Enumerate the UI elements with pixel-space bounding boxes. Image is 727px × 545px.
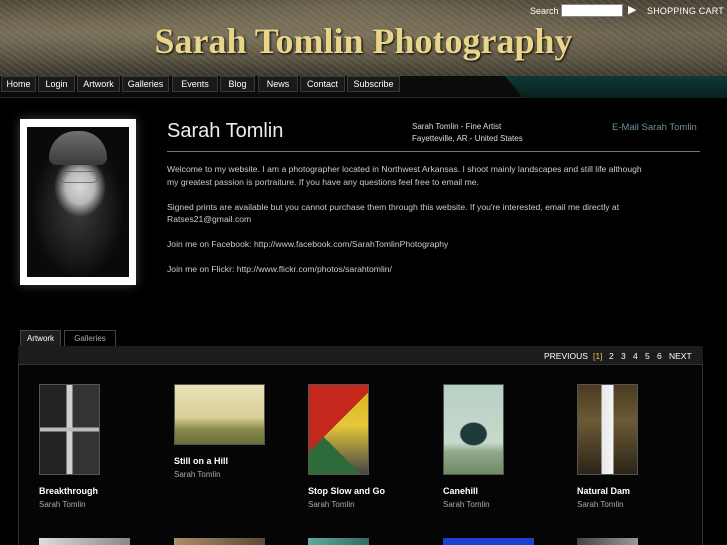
bio-email: Ratses21@gmail.com: [167, 214, 252, 224]
nav-galleries[interactable]: Galleries: [122, 76, 169, 92]
site-title[interactable]: Sarah Tomlin Photography: [0, 20, 727, 62]
pager-page-2[interactable]: 2: [609, 351, 614, 361]
profile-bio: Welcome to my website. I am a photograph…: [167, 163, 687, 276]
artwork-artist[interactable]: Sarah Tomlin: [577, 500, 624, 509]
profile-name: Sarah Tomlin: [167, 120, 284, 142]
tab-artwork[interactable]: Artwork: [20, 330, 61, 347]
nav-contact[interactable]: Contact: [300, 76, 345, 92]
nav-events[interactable]: Events: [172, 76, 218, 92]
artwork-artist[interactable]: Sarah Tomlin: [174, 470, 221, 479]
nav-subscribe[interactable]: Subscribe: [347, 76, 400, 92]
thumb-row2-3[interactable]: [308, 538, 369, 545]
bio-line: [167, 251, 687, 264]
thumb-row2-4[interactable]: [443, 538, 534, 545]
pager-page-3[interactable]: 3: [621, 351, 626, 361]
pager-page-6[interactable]: 6: [657, 351, 662, 361]
pager-next[interactable]: NEXT: [669, 351, 692, 361]
bio-facebook: Join me on Facebook: http://www.facebook…: [167, 239, 449, 249]
nav-home[interactable]: Home: [1, 76, 36, 92]
pager-page-5[interactable]: 5: [645, 351, 650, 361]
bio-line: Welcome to my website. I am a photograph…: [167, 164, 642, 174]
bio-line: [167, 226, 687, 239]
artwork-artist[interactable]: Sarah Tomlin: [39, 500, 86, 509]
artwork-title[interactable]: Still on a Hill: [174, 456, 228, 466]
thumb-natural-dam[interactable]: [577, 384, 638, 475]
artwork-title[interactable]: Breakthrough: [39, 486, 98, 496]
artwork-title[interactable]: Natural Dam: [577, 486, 630, 496]
bio-line: my greatest passion is portraiture. If y…: [167, 176, 479, 187]
thumb-row2-1[interactable]: [39, 538, 130, 545]
email-link[interactable]: E-Mail Sarah Tomlin: [612, 122, 697, 133]
search-go-icon[interactable]: ▶: [628, 3, 636, 16]
artwork-title[interactable]: Canehill: [443, 486, 478, 496]
thumb-row2-5[interactable]: [577, 538, 638, 545]
profile-location: Fayetteville, AR - United States: [412, 134, 523, 143]
profile-subtitle: Sarah Tomlin - Fine Artist: [412, 122, 502, 131]
profile-photo: [27, 127, 129, 277]
tab-galleries[interactable]: Galleries: [64, 330, 116, 347]
profile-photo-frame: [20, 119, 136, 285]
artwork-artist[interactable]: Sarah Tomlin: [308, 500, 355, 509]
pager-current: [1]: [593, 351, 603, 361]
divider: [167, 151, 700, 152]
search-cart-panel: [505, 76, 727, 98]
search-label: Search: [530, 6, 559, 16]
shopping-cart-link[interactable]: SHOPPING CART: [647, 6, 724, 16]
main-nav: Home Login Artwork Galleries Events Blog…: [0, 76, 727, 98]
nav-news[interactable]: News: [258, 76, 298, 92]
pager-previous[interactable]: PREVIOUS: [544, 351, 588, 361]
thumb-breakthrough[interactable]: [39, 384, 100, 475]
thumb-row2-2[interactable]: [174, 538, 265, 545]
bio-line: Signed prints are available but you cann…: [167, 201, 620, 212]
artwork-artist[interactable]: Sarah Tomlin: [443, 500, 490, 509]
nav-login[interactable]: Login: [38, 76, 75, 92]
profile-meta: Sarah Tomlin - Fine Artist Fayetteville,…: [412, 121, 523, 145]
thumb-canehill[interactable]: [443, 384, 504, 475]
bio-flickr: Join me on Flickr: http://www.flickr.com…: [167, 264, 392, 274]
bio-line: [167, 188, 687, 201]
thumb-still-on-a-hill[interactable]: [174, 384, 265, 445]
artwork-title[interactable]: Stop Slow and Go: [308, 486, 385, 496]
search-input[interactable]: [561, 4, 623, 17]
thumb-stop-slow-and-go[interactable]: [308, 384, 369, 475]
nav-artwork[interactable]: Artwork: [77, 76, 120, 92]
pager-page-4[interactable]: 4: [633, 351, 638, 361]
nav-blog[interactable]: Blog: [220, 76, 255, 92]
